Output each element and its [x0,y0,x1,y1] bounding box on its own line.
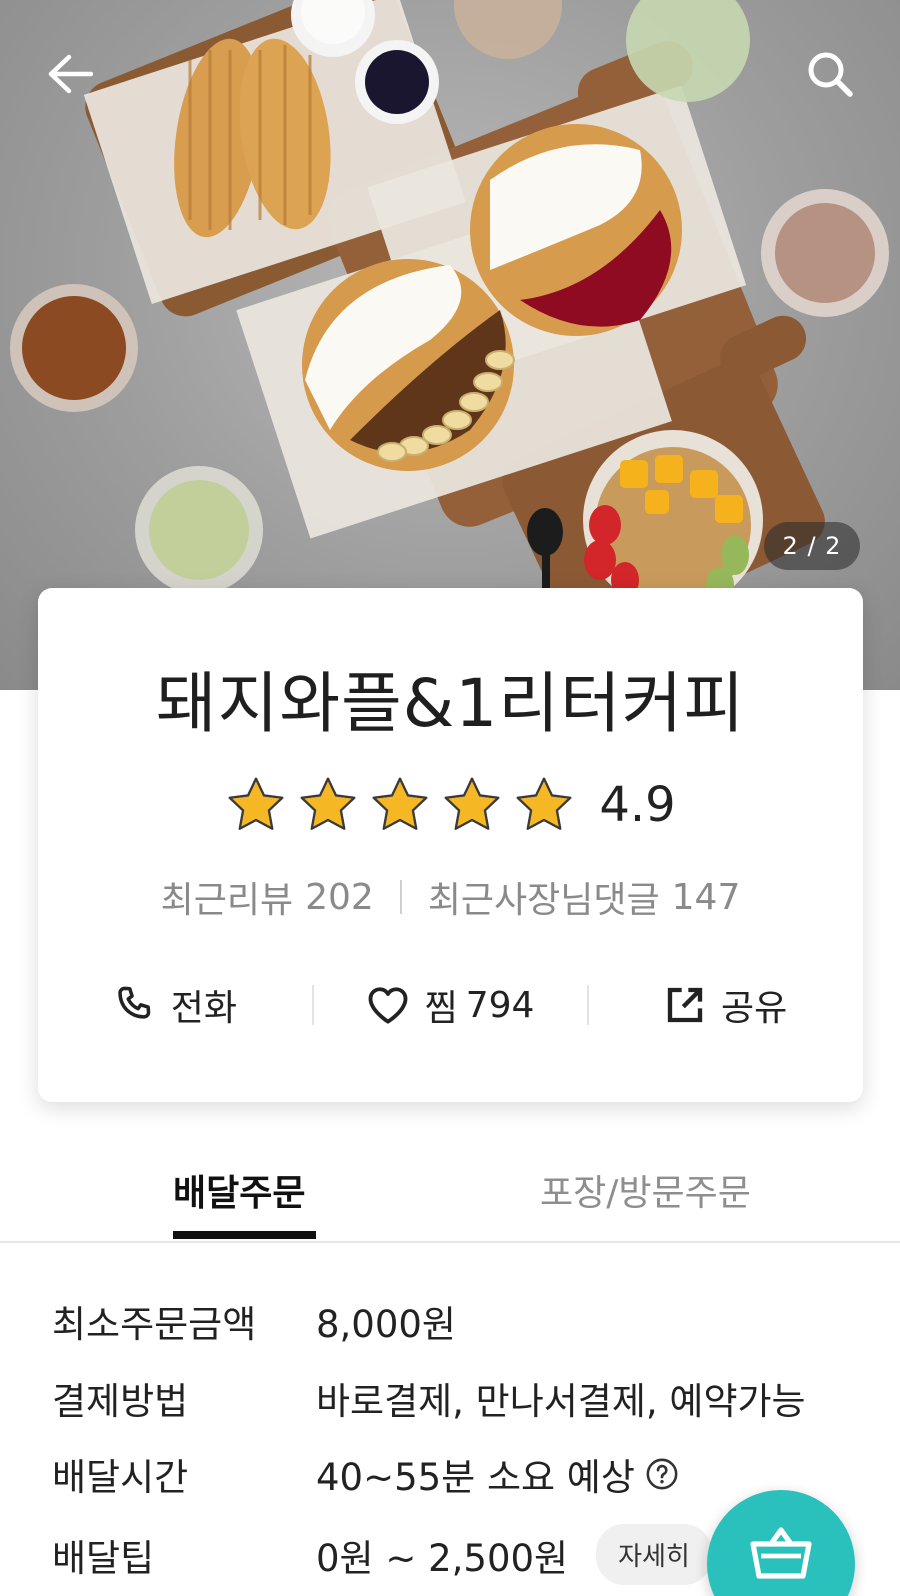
delivery-tip-detail-button[interactable]: 자세히 [596,1524,712,1585]
owner-replies-label[interactable]: 최근사장님댓글 [428,871,660,923]
back-button[interactable] [38,42,102,106]
tab-delivery-order[interactable]: 배달주문 [173,1164,305,1216]
payment-method-row: 결제방법 바로결제, 만나서결제, 예약가능 [52,1371,806,1425]
favorite-label: 찜 [424,988,458,1029]
search-button[interactable] [798,42,862,106]
star-icon [300,777,356,830]
min-order-row: 최소주문금액 8,000원 [52,1294,456,1348]
help-icon[interactable] [645,1457,679,1491]
store-name: 돼지와플&1리터커피 [155,665,746,742]
rating-row: 4.9 [38,774,863,836]
delivery-tip-value: 0원 ~ 2,500원 [316,1536,569,1580]
delivery-tip-row: 배달팁 0원 ~ 2,500원 자세히 [52,1524,712,1585]
cart-icon [750,1527,812,1579]
star-icon [444,777,500,830]
payment-method-label: 결제방법 [52,1380,189,1423]
call-label: 전화 [170,988,237,1029]
delivery-time-value: 40~55분 소요 예상 [316,1456,635,1499]
star-icon [372,777,428,830]
favorite-button[interactable]: 찜 794 [314,960,588,1050]
recent-reviews-count[interactable]: 202 [305,877,374,918]
image-page-counter: 2 / 2 [764,522,860,570]
delivery-tip-label: 배달팁 [52,1536,155,1580]
call-button[interactable]: 전화 [38,960,312,1050]
food-photo-illustration [10,0,889,644]
recent-reviews-label[interactable]: 최근리뷰 [161,871,293,923]
owner-replies-count[interactable]: 147 [672,877,741,918]
rating-value: 4.9 [599,777,676,833]
share-label: 공유 [721,988,788,1029]
tab-pickup-order[interactable]: 포장/방문주문 [540,1164,751,1216]
star-icon [516,777,572,830]
delivery-tip-value-wrap: 0원 ~ 2,500원 자세히 [316,1524,712,1585]
order-type-tabs: 배달주문 포장/방문주문 [0,1140,900,1243]
payment-method-value: 바로결제, 만나서결제, 예약가능 [316,1380,806,1423]
min-order-label: 최소주문금액 [52,1303,257,1346]
store-info-card: 돼지와플&1리터커피 4.9 최근리뷰 202 최근사장님댓글 147 전화 찜… [38,588,863,1102]
divider [399,880,402,914]
delivery-time-row: 배달시간 40~55분 소요 예상 [52,1447,679,1501]
search-icon [808,52,853,97]
favorite-count: 794 [465,984,535,1026]
min-order-value: 8,000원 [316,1303,456,1346]
share-button[interactable]: 공유 [589,960,863,1050]
cart-button[interactable] [707,1490,855,1596]
active-tab-indicator [173,1231,316,1239]
review-stats: 최근리뷰 202 최근사장님댓글 147 [38,871,863,923]
delivery-time-label: 배달시간 [52,1456,189,1499]
share-icon [667,987,703,1023]
back-arrow-icon [48,54,93,94]
delivery-time-value-wrap: 40~55분 소요 예상 [316,1447,679,1501]
phone-icon [117,986,150,1019]
store-actions: 전화 찜 794 공유 [38,960,863,1050]
heart-icon [368,987,408,1024]
hero-photo: 2 / 2 [0,0,900,690]
star-icon [228,777,284,830]
